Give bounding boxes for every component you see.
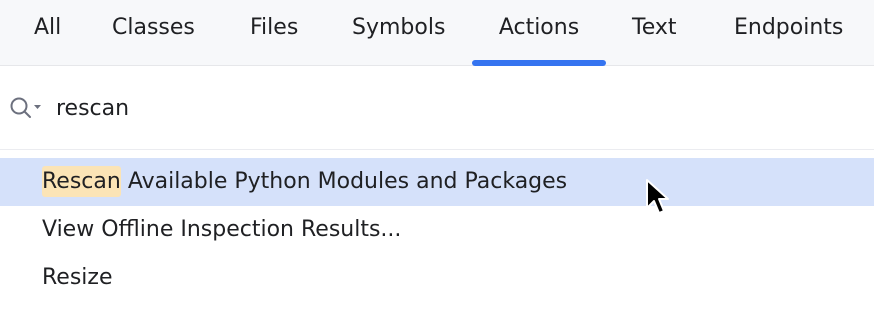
- tab-all[interactable]: All: [34, 0, 61, 66]
- result-item-label: Resize: [42, 265, 113, 290]
- result-item-label: Available Python Modules and Packages: [120, 169, 568, 194]
- tab-label: Classes: [112, 15, 195, 40]
- tab-label: All: [34, 15, 62, 40]
- search-input[interactable]: [56, 88, 836, 128]
- scope-tab-bar: All Classes Files Symbols Actions Text E…: [0, 0, 874, 66]
- result-item-view-offline-inspection[interactable]: View Offline Inspection Results...: [0, 206, 874, 254]
- tab-actions[interactable]: Actions: [472, 0, 606, 66]
- tab-label: Symbols: [352, 15, 446, 40]
- tab-label: Endpoints: [734, 15, 844, 40]
- search-everywhere-popup: All Classes Files Symbols Actions Text E…: [0, 0, 874, 328]
- tab-symbols[interactable]: Symbols: [352, 0, 445, 66]
- result-item-resize[interactable]: Resize: [0, 254, 874, 302]
- tab-label: Files: [250, 15, 299, 40]
- result-item-label: View Offline Inspection Results...: [42, 217, 402, 242]
- tab-label: Text: [632, 15, 677, 40]
- result-item-rescan-python-modules[interactable]: Rescan Available Python Modules and Pack…: [0, 158, 874, 206]
- mouse-cursor-icon: [646, 179, 669, 214]
- tab-text[interactable]: Text: [632, 0, 677, 66]
- results-list: Rescan Available Python Modules and Pack…: [0, 158, 874, 302]
- tab-files[interactable]: Files: [250, 0, 298, 66]
- match-highlight: Rescan: [42, 166, 121, 197]
- search-options-icon[interactable]: [9, 96, 43, 120]
- tab-label: Actions: [498, 15, 580, 40]
- tab-classes[interactable]: Classes: [112, 0, 195, 66]
- tab-endpoints[interactable]: Endpoints: [734, 0, 843, 66]
- search-row: [0, 66, 874, 150]
